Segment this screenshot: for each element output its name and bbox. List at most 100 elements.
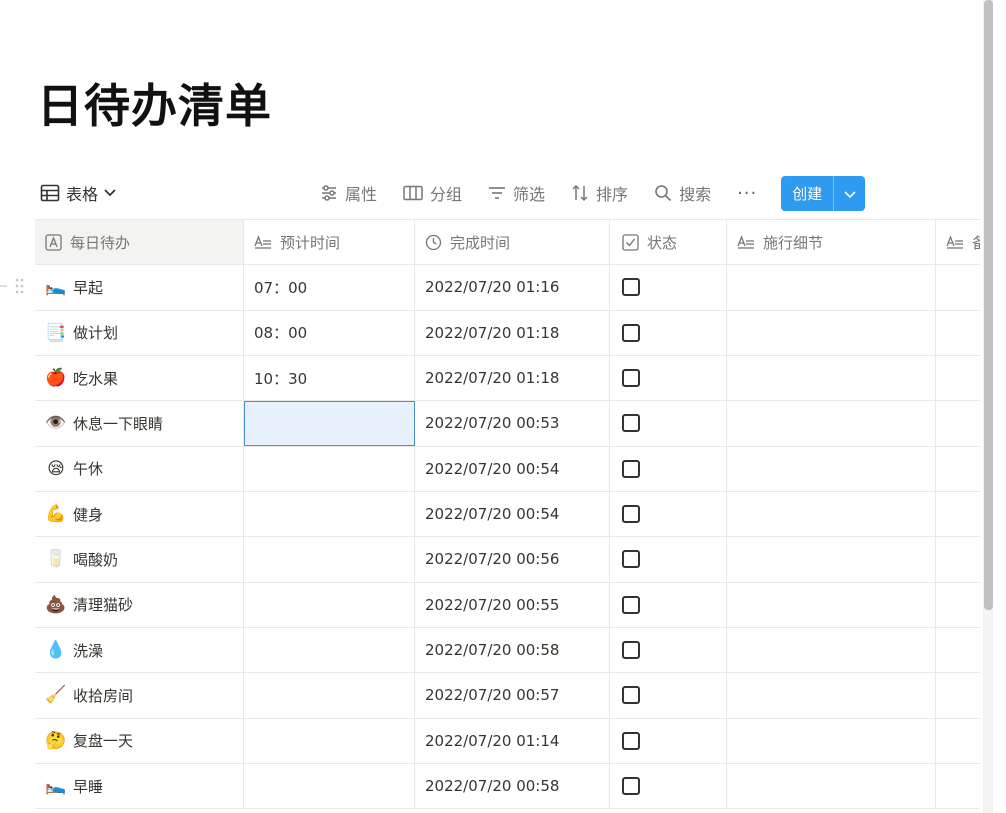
task-cell[interactable]: 🧹 收拾房间 <box>35 673 244 718</box>
status-checkbox[interactable] <box>622 369 640 388</box>
task-cell[interactable]: 💪 健身 <box>35 491 244 537</box>
table-row[interactable]: 🥛 喝酸奶 2022/07/20 00:56 <box>35 537 980 583</box>
extra-cell[interactable] <box>936 401 980 445</box>
status-checkbox[interactable] <box>622 686 640 705</box>
status-checkbox[interactable] <box>622 550 640 569</box>
details-cell[interactable] <box>727 718 936 763</box>
completed-time-cell[interactable]: 2022/07/20 00:58 <box>415 627 610 673</box>
column-header-completed-time[interactable]: 完成时间 <box>415 220 610 265</box>
table-row[interactable]: 💪 健身 2022/07/20 00:54 <box>35 491 980 538</box>
planned-time-cell[interactable]: 10：30 <box>244 355 415 401</box>
extra-cell[interactable] <box>936 628 980 672</box>
create-button[interactable]: 创建 <box>781 176 833 211</box>
status-cell[interactable] <box>610 446 727 491</box>
status-cell[interactable] <box>610 582 727 627</box>
details-cell[interactable] <box>727 582 936 627</box>
table-row[interactable]: 👁️ 休息一下眼睛 2022/07/20 00:53 <box>35 401 980 447</box>
planned-time-cell[interactable] <box>244 763 415 809</box>
extra-cell[interactable] <box>936 447 980 491</box>
table-row[interactable]: 🤔 复盘一天 2022/07/20 01:14 <box>35 718 980 764</box>
planned-time-cell[interactable] <box>244 718 415 763</box>
task-cell[interactable]: 🤔 复盘一天 <box>35 718 244 763</box>
planned-time-cell[interactable] <box>244 491 415 537</box>
status-cell[interactable] <box>610 355 727 401</box>
completed-time-cell[interactable]: 2022/07/20 01:14 <box>415 718 610 763</box>
details-cell[interactable] <box>727 673 936 718</box>
row-drag-handle[interactable] <box>0 276 28 296</box>
group-button[interactable]: 分组 <box>403 181 462 205</box>
completed-time-cell[interactable]: 2022/07/20 00:58 <box>415 763 610 809</box>
task-cell[interactable]: 🍎 吃水果 <box>35 355 244 401</box>
status-cell[interactable] <box>610 401 727 446</box>
extra-cell[interactable] <box>936 492 980 536</box>
column-header-planned-time[interactable]: 预计时间 <box>244 220 415 265</box>
planned-time-cell[interactable] <box>244 582 415 627</box>
create-dropdown-button[interactable] <box>834 176 865 211</box>
completed-time-cell[interactable]: 2022/07/20 01:16 <box>415 265 610 310</box>
properties-button[interactable]: 属性 <box>320 181 377 205</box>
table-row[interactable]: 🛌 早起 07：00 2022/07/20 01:16 <box>35 265 980 311</box>
status-cell[interactable] <box>610 265 727 310</box>
status-cell[interactable] <box>610 763 727 809</box>
table-row[interactable]: 🧹 收拾房间 2022/07/20 00:57 <box>35 673 980 719</box>
details-cell[interactable] <box>727 401 936 446</box>
extra-cell[interactable] <box>936 265 980 309</box>
task-cell[interactable]: 🥛 喝酸奶 <box>35 537 244 582</box>
completed-time-cell[interactable]: 2022/07/20 00:53 <box>415 401 610 446</box>
status-cell[interactable] <box>610 491 727 537</box>
details-cell[interactable] <box>727 446 936 491</box>
view-switcher[interactable]: 表格 <box>40 180 116 206</box>
status-checkbox[interactable] <box>622 505 640 524</box>
status-checkbox[interactable] <box>622 595 640 614</box>
details-cell[interactable] <box>727 763 936 809</box>
details-cell[interactable] <box>727 265 936 310</box>
task-cell[interactable]: 💩 清理猫砂 <box>35 582 244 627</box>
sort-button[interactable]: 排序 <box>571 181 628 205</box>
status-checkbox[interactable] <box>622 414 640 433</box>
details-cell[interactable] <box>727 627 936 673</box>
column-header-status[interactable]: 状态 <box>610 220 727 265</box>
status-checkbox[interactable] <box>622 323 640 342</box>
status-cell[interactable] <box>610 627 727 673</box>
status-cell[interactable] <box>610 673 727 718</box>
table-row[interactable]: 😪 午休 2022/07/20 00:54 <box>35 446 980 492</box>
status-checkbox[interactable] <box>622 641 640 660</box>
completed-time-cell[interactable]: 2022/07/20 00:54 <box>415 446 610 491</box>
completed-time-cell[interactable]: 2022/07/20 00:55 <box>415 582 610 627</box>
extra-cell[interactable] <box>936 537 980 581</box>
column-header-task[interactable]: 每日待办 <box>35 220 244 265</box>
task-cell[interactable]: 📑 做计划 <box>35 310 244 355</box>
planned-time-cell[interactable]: 08：00 <box>244 310 415 355</box>
table-row[interactable]: 📑 做计划 08：00 2022/07/20 01:18 <box>35 310 980 356</box>
planned-time-cell[interactable] <box>244 673 415 718</box>
scrollbar-thumb[interactable] <box>984 0 993 610</box>
completed-time-cell[interactable]: 2022/07/20 00:56 <box>415 537 610 582</box>
extra-cell[interactable] <box>936 673 980 717</box>
status-checkbox[interactable] <box>622 731 640 750</box>
details-cell[interactable] <box>727 491 936 537</box>
completed-time-cell[interactable]: 2022/07/20 00:54 <box>415 491 610 537</box>
planned-time-cell[interactable] <box>244 627 415 673</box>
table-row[interactable]: 💩 清理猫砂 2022/07/20 00:55 <box>35 582 980 628</box>
table-row[interactable]: 🛌 早睡 2022/07/20 00:58 <box>35 763 980 810</box>
completed-time-cell[interactable]: 2022/07/20 00:57 <box>415 673 610 718</box>
table-row[interactable]: 💧 洗澡 2022/07/20 00:58 <box>35 627 980 674</box>
search-button[interactable]: 搜索 <box>654 181 711 205</box>
planned-time-cell[interactable] <box>244 401 415 446</box>
extra-cell[interactable] <box>936 356 980 400</box>
task-cell[interactable]: 👁️ 休息一下眼睛 <box>35 401 244 446</box>
extra-cell[interactable] <box>936 311 980 355</box>
status-cell[interactable] <box>610 537 727 582</box>
task-cell[interactable]: 🛌 早睡 <box>35 763 244 809</box>
completed-time-cell[interactable]: 2022/07/20 01:18 <box>415 310 610 355</box>
status-checkbox[interactable] <box>622 278 640 297</box>
status-checkbox[interactable] <box>622 777 640 796</box>
more-options-button[interactable]: ··· <box>737 183 757 204</box>
column-header-details[interactable]: 施行细节 <box>727 220 936 265</box>
task-cell[interactable]: 🛌 早起 <box>35 265 244 310</box>
extra-cell[interactable] <box>936 583 980 627</box>
status-cell[interactable] <box>610 718 727 763</box>
details-cell[interactable] <box>727 355 936 401</box>
table-row[interactable]: 🍎 吃水果 10：30 2022/07/20 01:18 <box>35 355 980 402</box>
filter-button[interactable]: 筛选 <box>488 181 545 205</box>
